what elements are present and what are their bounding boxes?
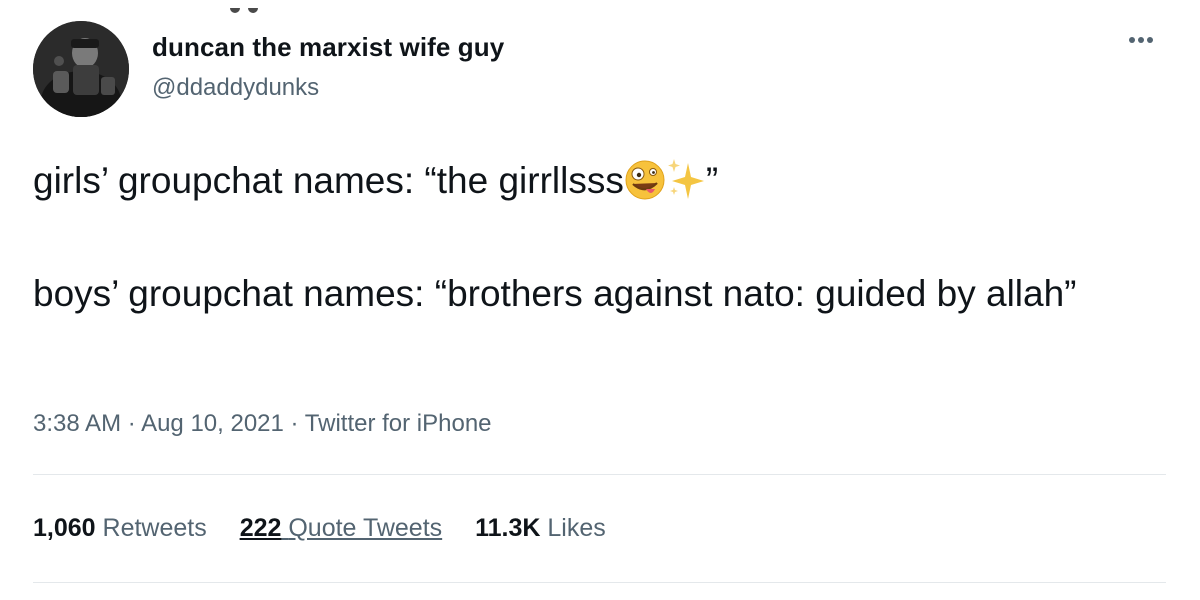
tweet-text: girls’ groupchat names: “the girrllsss ”… [33, 155, 1173, 320]
user-handle[interactable]: @ddaddydunks [152, 74, 319, 102]
avatar[interactable] [33, 21, 129, 117]
tweet-line-girls-close-quote: ” [705, 160, 719, 201]
likes-stat[interactable]: 11.3K Likes [475, 514, 606, 543]
sparkles-emoji [666, 157, 706, 215]
tweet-meta: 3:38 AM · Aug 10, 2021 · Twitter for iPh… [33, 410, 492, 438]
tweet-line-boys: boys’ groupchat names: “brothers against… [33, 273, 1077, 314]
retweets-count: 1,060 [33, 514, 96, 542]
tweet-card: duncan the marxist wife guy @ddaddydunks… [0, 0, 1200, 600]
quote-tweets-count: 222 [239, 514, 282, 542]
quote-tweets-stat[interactable]: 222 Quote Tweets [240, 514, 442, 543]
tweet-time[interactable]: 3:38 AM [33, 410, 121, 437]
retweets-stat[interactable]: 1,060 Retweets [33, 514, 207, 543]
profile-avatar-image [33, 21, 129, 117]
likes-label: Likes [547, 514, 606, 542]
previous-content-cutoff [230, 0, 300, 13]
meta-separator: · [283, 410, 305, 437]
meta-separator: · [121, 410, 142, 437]
tweet-source[interactable]: Twitter for iPhone [305, 410, 492, 437]
retweets-label: Retweets [102, 514, 207, 542]
likes-count: 11.3K [475, 514, 541, 542]
tweet-stats: 1,060 Retweets 222 Quote Tweets 11.3K Li… [33, 514, 632, 543]
more-horizontal-icon[interactable] [1126, 30, 1162, 50]
divider [33, 474, 1166, 475]
display-name[interactable]: duncan the marxist wife guy [152, 32, 504, 63]
zany-face-emoji [624, 159, 666, 215]
tweet-line-girls: girls’ groupchat names: “the girrllsss ” [33, 155, 1173, 215]
tweet-date[interactable]: Aug 10, 2021 [141, 410, 284, 437]
tweet-line-girls-text: girls’ groupchat names: “the girrllsss [33, 160, 624, 201]
divider [33, 582, 1166, 583]
quote-tweets-label: Quote Tweets [288, 514, 443, 542]
